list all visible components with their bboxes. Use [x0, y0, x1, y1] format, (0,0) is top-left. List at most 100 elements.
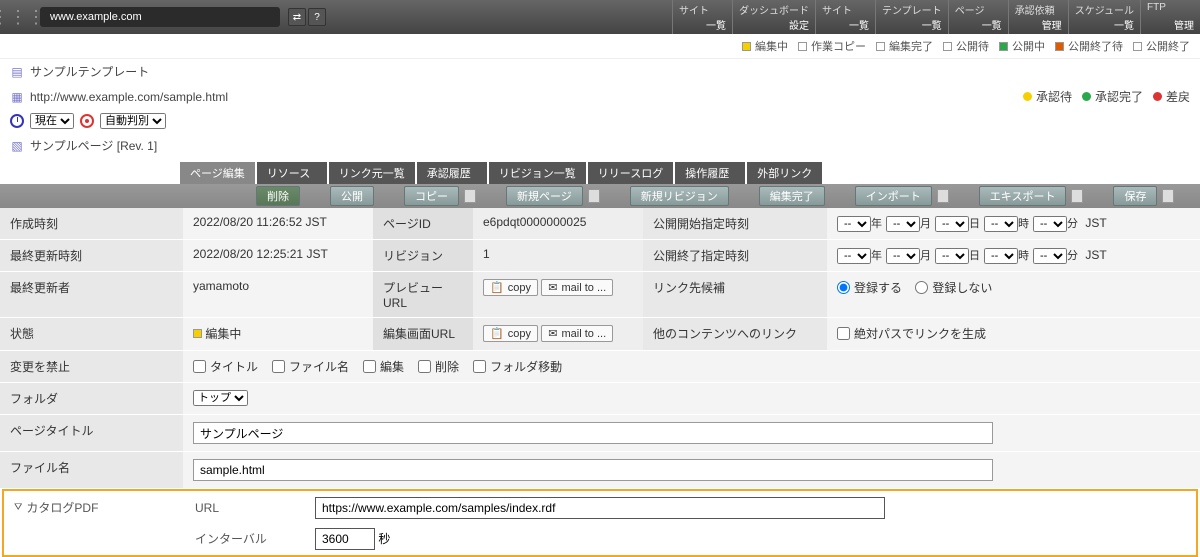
catalog-url-input[interactable] [315, 497, 885, 519]
action-button[interactable]: インポート [855, 186, 932, 206]
created-value: 2022/08/20 11:26:52 JST [183, 208, 373, 240]
pub-end-label: 公開終了指定時刻 [643, 240, 827, 272]
nav-tab[interactable]: FTP管理 [1140, 0, 1200, 34]
status-legend-item: 差戻 [1153, 88, 1190, 105]
page-icon: ▦ [10, 90, 24, 104]
date-d-select[interactable]: -- [935, 248, 969, 264]
template-icon: ▤ [10, 65, 24, 79]
nochange-checkbox[interactable]: 編集 [363, 358, 404, 375]
revision-label: サンプルページ [Rev. 1] [30, 137, 157, 154]
editurl-mailto-button[interactable]: ✉ mail to ... [541, 325, 613, 342]
date-y-select[interactable]: -- [837, 248, 871, 264]
catalog-interval-input[interactable] [315, 528, 375, 550]
date-h-select[interactable]: -- [984, 216, 1018, 232]
nav-tab[interactable]: テンプレート一覧 [875, 0, 948, 34]
file-input[interactable] [193, 459, 993, 481]
editor-tab[interactable]: 操作履歴 [675, 162, 745, 184]
folder-label: フォルダ [0, 383, 183, 415]
action-button[interactable]: 新規ページ [506, 186, 583, 206]
date-min-select[interactable]: -- [1033, 216, 1067, 232]
editurl-value: 📋 copy ✉ mail to ... [473, 318, 643, 351]
pub-start-label: 公開開始指定時刻 [643, 208, 827, 240]
title-cell [183, 415, 1200, 452]
other-link-label: 他のコンテンツへのリンク [643, 318, 827, 351]
date-y-select[interactable]: -- [837, 216, 871, 232]
editurl-copy-button[interactable]: 📋 copy [483, 325, 538, 342]
document-icon [1162, 189, 1174, 203]
preview-mailto-button[interactable]: ✉ mail to ... [541, 279, 613, 296]
revision-icon: ▧ [10, 139, 24, 153]
title-label: ページタイトル [0, 415, 183, 452]
template-name: サンプルテンプレート [30, 63, 149, 80]
record-icon [80, 114, 94, 128]
link-cand-label: リンク先候補 [643, 272, 827, 318]
date-h-select[interactable]: -- [984, 248, 1018, 264]
url-action-icon[interactable]: ⇄ [288, 8, 306, 26]
editor-tab[interactable]: 承認履歴 [417, 162, 487, 184]
nochange-checkbox[interactable]: ファイル名 [272, 358, 349, 375]
document-icon [588, 189, 600, 203]
action-button[interactable]: 新規リビジョン [630, 186, 729, 206]
date-m-select[interactable]: -- [886, 216, 920, 232]
created-label: 作成時刻 [0, 208, 183, 240]
action-button[interactable]: 編集完了 [759, 186, 825, 206]
site-url: www.example.com [40, 7, 280, 27]
top-bar: ⋮⋮⋮ www.example.com ⇄ ? サイト一覧ダッシュボード設定サイ… [0, 0, 1200, 34]
rev-value: 1 [473, 240, 643, 272]
catalog-url-label: URL [185, 497, 315, 519]
file-cell [183, 452, 1200, 489]
time-select[interactable]: 現在 [30, 113, 74, 129]
nav-tab[interactable]: サイト一覧 [672, 0, 732, 34]
nochange-label: 変更を禁止 [0, 351, 183, 383]
nav-tab[interactable]: 承認依頼管理 [1008, 0, 1068, 34]
rev-label: リビジョン [373, 240, 473, 272]
status-legend-item: 編集完了 [876, 38, 933, 54]
editor-tab[interactable]: リンク元一覧 [329, 162, 415, 184]
action-button[interactable]: 削除 [256, 186, 300, 206]
tab-strip: ページ編集リソースリンク元一覧承認履歴リビジョン一覧リリースログ操作履歴外部リン… [0, 162, 1200, 184]
nochange-checkbox[interactable]: タイトル [193, 358, 258, 375]
status-legend-item: 編集中 [742, 38, 788, 54]
folder-select[interactable]: トップ [193, 390, 248, 406]
template-row: ▤ サンプルテンプレート [0, 59, 1200, 84]
abs-path-checkbox[interactable]: 絶対パスでリンクを生成 [837, 325, 986, 342]
nav-tab[interactable]: ページ一覧 [948, 0, 1008, 34]
state-label: 状態 [0, 318, 183, 351]
property-grid: 作成時刻 2022/08/20 11:26:52 JST ページID e6pdq… [0, 208, 1200, 489]
action-button[interactable]: 保存 [1113, 186, 1157, 206]
status-legend-item: 作業コピー [798, 38, 866, 54]
nochange-checkbox[interactable]: フォルダ移動 [473, 358, 562, 375]
nav-tab[interactable]: ダッシュボード設定 [732, 0, 815, 34]
reg-yes-radio[interactable]: 登録する [837, 279, 902, 296]
reg-no-radio[interactable]: 登録しない [915, 279, 992, 296]
preview-copy-button[interactable]: 📋 copy [483, 279, 538, 296]
date-min-select[interactable]: -- [1033, 248, 1067, 264]
editor-tab[interactable]: ページ編集 [180, 162, 255, 184]
judge-select[interactable]: 自動判別 [100, 113, 166, 129]
editor-tab[interactable]: 外部リンク [747, 162, 822, 184]
action-button[interactable]: コピー [404, 186, 459, 206]
nav-tab[interactable]: サイト一覧 [815, 0, 875, 34]
status-legend-item: 公開中 [999, 38, 1045, 54]
date-d-select[interactable]: -- [935, 216, 969, 232]
date-m-select[interactable]: -- [886, 248, 920, 264]
editor-tab[interactable]: リリースログ [588, 162, 673, 184]
time-control-row: 現在 自動判別 [0, 109, 1200, 133]
logo-icon: ⋮⋮⋮ [0, 0, 36, 34]
action-button[interactable]: 公開 [330, 186, 374, 206]
nav-tab[interactable]: スケジュール一覧 [1068, 0, 1140, 34]
action-bar: 削除 公開 コピー 新規ページ 新規リビジョン 編集完了 インポート エキスポート 保存 [0, 184, 1200, 208]
status-legend-item: 公開終了 [1133, 38, 1190, 54]
file-label: ファイル名 [0, 452, 183, 489]
nochange-checkbox[interactable]: 削除 [418, 358, 459, 375]
pub-end-value: --年--月--日--時--分 JST [827, 240, 1200, 272]
editor-tab[interactable]: リソース [257, 162, 327, 184]
chevron-down-icon[interactable]: ⛛ [14, 502, 22, 513]
title-input[interactable] [193, 422, 993, 444]
pageid-label: ページID [373, 208, 473, 240]
url-help-icon[interactable]: ? [308, 8, 326, 26]
revision-row: ▧ サンプルページ [Rev. 1] [0, 133, 1200, 158]
status-legend-item: 承認待 [1023, 88, 1072, 105]
editor-tab[interactable]: リビジョン一覧 [489, 162, 586, 184]
action-button[interactable]: エキスポート [979, 186, 1067, 206]
